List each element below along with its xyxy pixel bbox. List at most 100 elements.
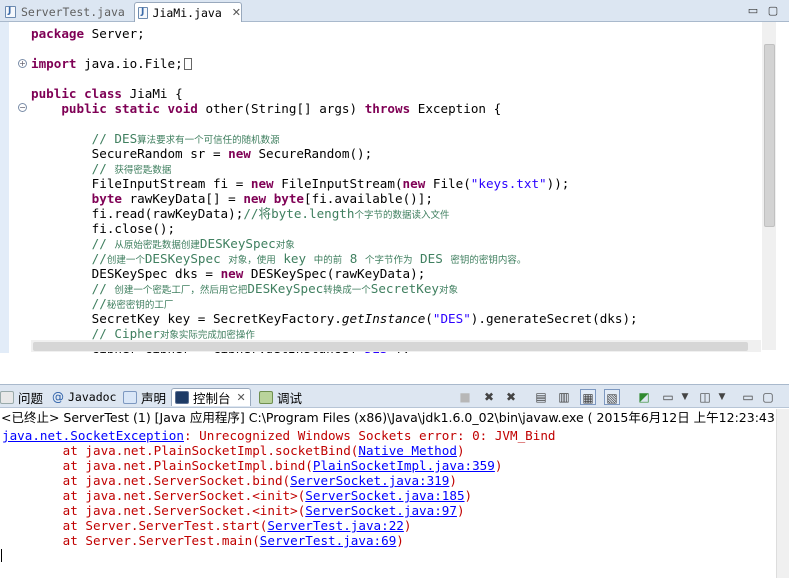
fold-toggle-icon[interactable]: + (18, 59, 27, 68)
code-token: new (243, 191, 267, 206)
editor-tab-bar: ServerTest.java JiaMi.java ✕ ▭ ▢ (0, 0, 789, 22)
minimize-icon[interactable]: ▭ (745, 4, 761, 18)
console-link[interactable]: Native Method (358, 443, 457, 458)
editor-tab-label: ServerTest.java (21, 5, 125, 19)
tab-console[interactable]: 控制台 ✕ (171, 388, 251, 406)
tab-label: 问题 (18, 390, 44, 406)
clear-console-icon[interactable]: ▤ (533, 389, 549, 405)
code-token: ).generateSecret(dks); (470, 311, 638, 326)
code-token: new (402, 176, 426, 191)
javadoc-icon: @ (52, 390, 64, 404)
console-link[interactable]: ServerSocket.java:97 (305, 503, 457, 518)
editor-horizontal-scrollbar[interactable] (31, 340, 761, 352)
code-token: 从原始密匙数据创建 (114, 240, 200, 251)
console-text: at java.net.ServerSocket.<init>( (2, 488, 306, 503)
code-line: // DES算法要求有一个可信任的随机数源 (31, 131, 280, 146)
console-line: at java.net.ServerSocket.bind(ServerSock… (2, 473, 457, 488)
maximize-icon[interactable]: ▢ (760, 389, 776, 405)
tab-javadoc[interactable]: @ Javadoc (52, 388, 116, 406)
code-token: 获得密匙数据 (114, 165, 172, 176)
tab-declaration[interactable]: 声明 (123, 388, 166, 406)
code-line: SecretKey key = SecretKeyFactory.getInst… (31, 311, 638, 326)
remove-all-icon[interactable]: ✖ (503, 389, 519, 405)
console-text: ) (464, 488, 473, 503)
new-console-icon[interactable]: ◫ (697, 389, 713, 405)
editor-vertical-scrollbar[interactable] (762, 22, 776, 350)
code-token: rawKeyData[] = (122, 191, 244, 206)
code-token: // (31, 251, 107, 266)
console-text: ) (449, 473, 457, 488)
editor-tab-servertest[interactable]: ServerTest.java (2, 2, 130, 22)
code-token: 个字节作为 (364, 255, 413, 266)
console-link[interactable]: PlainSocketImpl.java:359 (313, 458, 495, 473)
console-text: at Server.ServerTest.main( (2, 533, 260, 548)
console-text: ) (403, 518, 412, 533)
code-token: DESKeySpec (199, 236, 276, 251)
console-text: ) (456, 503, 465, 518)
code-token: throws (364, 101, 411, 116)
minimize-icon[interactable]: ▭ (740, 389, 756, 405)
console-link[interactable]: ServerSocket.java:185 (305, 488, 464, 503)
code-token: File( (425, 176, 471, 191)
chevron-down-icon[interactable]: ▼ (677, 389, 693, 405)
code-line: package Server; (31, 26, 145, 41)
scroll-thumb[interactable] (33, 342, 748, 351)
code-token: new (250, 176, 274, 191)
remove-launch-icon[interactable]: ✖ (481, 389, 497, 405)
code-token: DESKeySpec(rawKeyData); (243, 266, 426, 281)
close-icon[interactable]: ✕ (232, 6, 241, 19)
display-console-icon[interactable]: ▭ (660, 389, 676, 405)
show-stdout-icon[interactable]: ▧ (604, 389, 620, 405)
terminate-icon[interactable]: ■ (457, 389, 473, 405)
code-token: ( (425, 311, 433, 326)
code-token: 创建一个密匙工厂，然后用它把 (114, 285, 248, 296)
scroll-thumb[interactable] (764, 44, 775, 227)
close-icon[interactable]: ✕ (237, 391, 246, 404)
editor-tab-jiami[interactable]: JiaMi.java ✕ (134, 2, 242, 22)
code-token: 中的前 (313, 255, 343, 266)
code-line: public static void other(String[] args) … (31, 101, 501, 116)
console-link[interactable]: ServerTest.java:22 (267, 518, 403, 533)
open-console-icon[interactable]: ◩ (636, 389, 652, 405)
fold-toggle-icon[interactable]: − (18, 103, 27, 112)
code-token: 秘密密钥的工厂 (106, 300, 174, 311)
code-token: public (31, 86, 77, 101)
chevron-down-icon[interactable]: ▼ (714, 389, 730, 405)
code-editor[interactable]: + − package Server; import java.io.File; p… (0, 22, 776, 353)
console-text: at java.net.ServerSocket.bind( (2, 473, 291, 488)
tab-debug[interactable]: 调试 (259, 388, 302, 406)
editor-tab-label: JiaMi.java (152, 5, 222, 20)
console-text: at java.net.PlainSocketImpl.bind( (2, 458, 313, 473)
console-link[interactable]: java.net.SocketException (2, 428, 184, 443)
console-vertical-scrollbar[interactable] (776, 409, 789, 578)
code-token: SecretKey key = SecretKeyFactory. (31, 311, 342, 326)
code-token: FileInputStream( (273, 176, 403, 191)
maximize-icon[interactable]: ▢ (765, 4, 781, 18)
code-line: SecureRandom sr = new SecureRandom(); (31, 146, 373, 161)
code-token: // (31, 281, 115, 296)
declaration-icon (123, 390, 137, 404)
code-token: fi.close(); (31, 221, 176, 236)
console-link[interactable]: ServerSocket.java:319 (290, 473, 449, 488)
code-token: 算法要求有一个可信任的随机数源 (137, 135, 280, 146)
scroll-lock-icon[interactable]: ▥ (556, 389, 572, 405)
code-token: // DES (31, 131, 138, 146)
console-text: ) (456, 443, 465, 458)
collapsed-imports-marker[interactable] (183, 58, 192, 70)
code-token: // Cipher (31, 326, 160, 341)
code-token: JiaMi { (122, 86, 183, 101)
console-output[interactable]: java.net.SocketException: Unrecognized W… (0, 428, 776, 578)
java-file-icon (5, 6, 16, 18)
code-token: static (114, 101, 160, 116)
code-token: package (31, 26, 85, 41)
code-token: new (220, 266, 244, 281)
code-token: [fi.available()]; (304, 191, 433, 206)
console-link[interactable]: ServerTest.java:69 (260, 533, 396, 548)
code-line: FileInputStream fi = new FileInputStream… (31, 176, 570, 191)
pin-console-icon[interactable]: ▦ (580, 389, 596, 405)
code-token: void (167, 101, 198, 116)
tab-problems[interactable]: 问题 (0, 388, 43, 406)
console-line: java.net.SocketException: Unrecognized W… (2, 428, 556, 443)
